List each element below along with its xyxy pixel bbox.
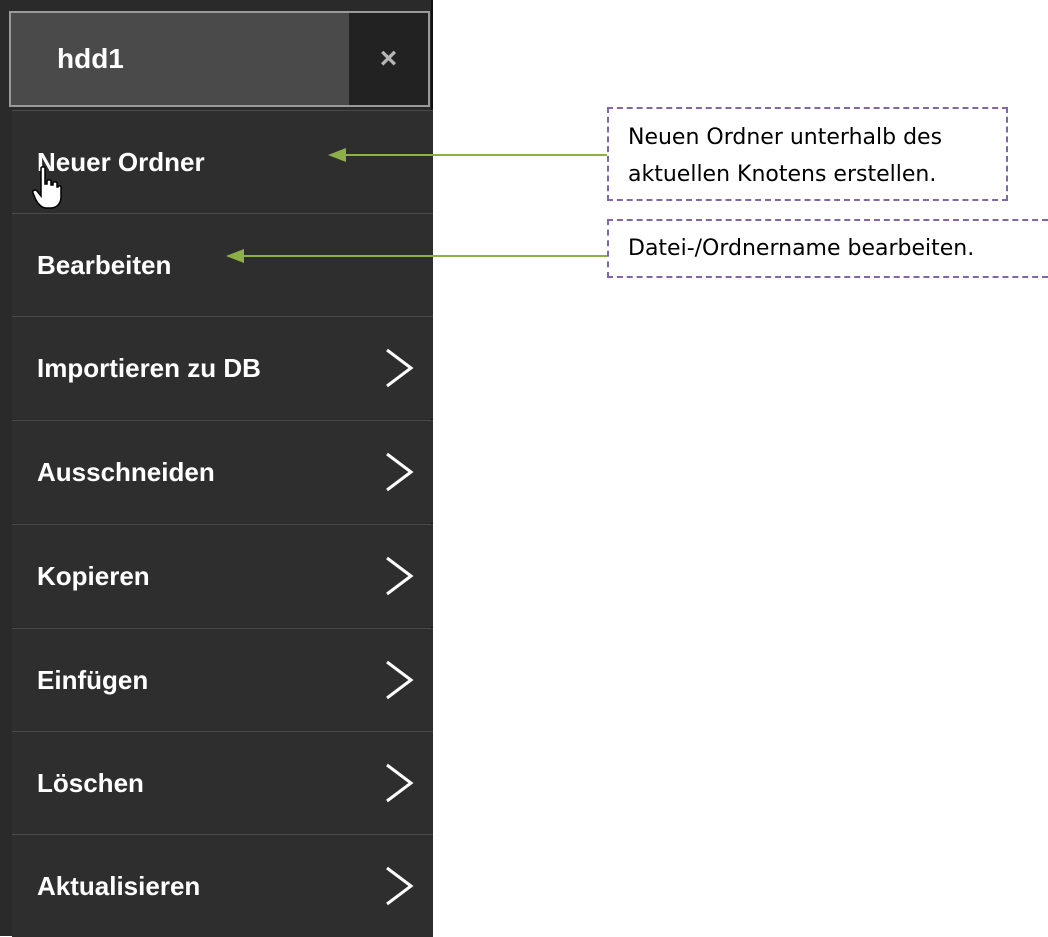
callout-text: Datei-/Ordnername bearbeiten. xyxy=(628,236,975,261)
callout-edit: Datei-/Ordnername bearbeiten. xyxy=(607,219,1048,278)
annotation-arrow-edit xyxy=(226,249,607,263)
callout-text-line: Neuen Ordner unterhalb des xyxy=(628,125,943,150)
callout-text-line: aktuellen Knotens erstellen. xyxy=(628,162,937,187)
annotation-arrow-new-folder xyxy=(328,148,607,162)
callout-new-folder: Neuen Ordner unterhalb des aktuellen Kno… xyxy=(607,107,1008,201)
